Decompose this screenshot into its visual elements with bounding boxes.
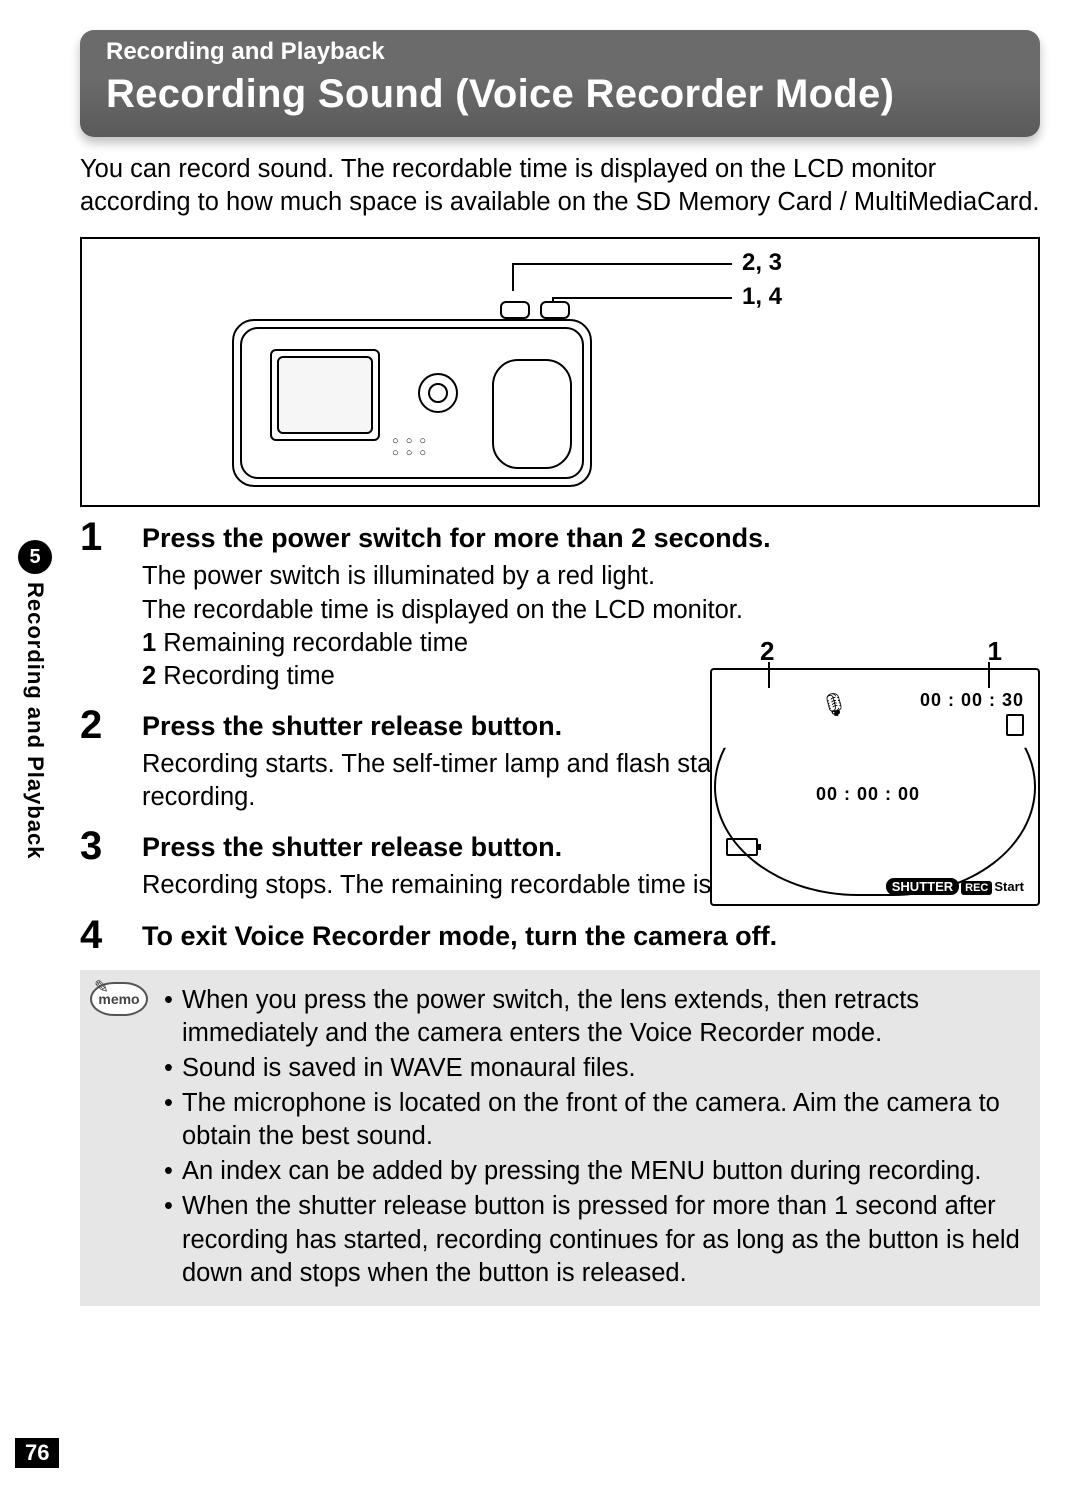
memo-item-1: When you press the power switch, the len…: [164, 984, 1022, 1050]
lcd-shutter-hint: SHUTTERRECStart: [886, 879, 1024, 894]
battery-icon: [726, 838, 758, 856]
page-header: Recording and Playback Recording Sound (…: [80, 30, 1040, 137]
page-number: 76: [15, 1438, 59, 1468]
section-label: Recording and Playback: [106, 38, 1014, 66]
step-4-title: To exit Voice Recorder mode, turn the ca…: [142, 919, 1040, 954]
camera-diagram: 2, 3 1, 4 ○ ○ ○○ ○ ○: [80, 237, 1040, 507]
memo-item-5: When the shutter release button is press…: [164, 1190, 1022, 1289]
memo-box: ✎ memo When you press the power switch, …: [80, 970, 1040, 1306]
step-1-body: The power switch is illuminated by a red…: [142, 560, 1040, 626]
step-1-title: Press the power switch for more than 2 s…: [142, 521, 1040, 556]
step-1-sub-2-text: Recording time: [163, 662, 335, 690]
page-title: Recording Sound (Voice Recorder Mode): [106, 72, 1014, 117]
diagram-callout-bottom: 1, 4: [742, 283, 782, 311]
memo-item-4: An index can be added by pressing the ME…: [164, 1155, 1022, 1188]
memo-icon: ✎ memo: [90, 982, 154, 1028]
step-1-sub-2-num: 2: [142, 662, 156, 690]
step-1-sub-1-text: Remaining recordable time: [163, 629, 468, 657]
memo-item-3: The microphone is located on the front o…: [164, 1087, 1022, 1153]
microphone-icon: 🎙: [820, 692, 848, 718]
chapter-number: 5: [18, 540, 52, 574]
lcd-time-recording: 00 : 00 : 00: [816, 784, 920, 805]
step-4: To exit Voice Recorder mode, turn the ca…: [80, 919, 1040, 954]
lcd-illustration: 2 1 🎙 00 : 00 : 30 00 : 00 : 00 SHUTTERR…: [710, 668, 1040, 906]
diagram-callout-top: 2, 3: [742, 249, 782, 277]
intro-paragraph: You can record sound. The recordable tim…: [80, 153, 1040, 219]
lcd-time-remaining: 00 : 00 : 30: [920, 690, 1024, 711]
card-icon: [1006, 714, 1024, 736]
side-rail: 5 Recording and Playback: [15, 540, 55, 860]
side-label: Recording and Playback: [22, 582, 48, 860]
step-1-sub-1-num: 1: [142, 629, 156, 657]
memo-item-2: Sound is saved in WAVE monaural files.: [164, 1052, 1022, 1085]
